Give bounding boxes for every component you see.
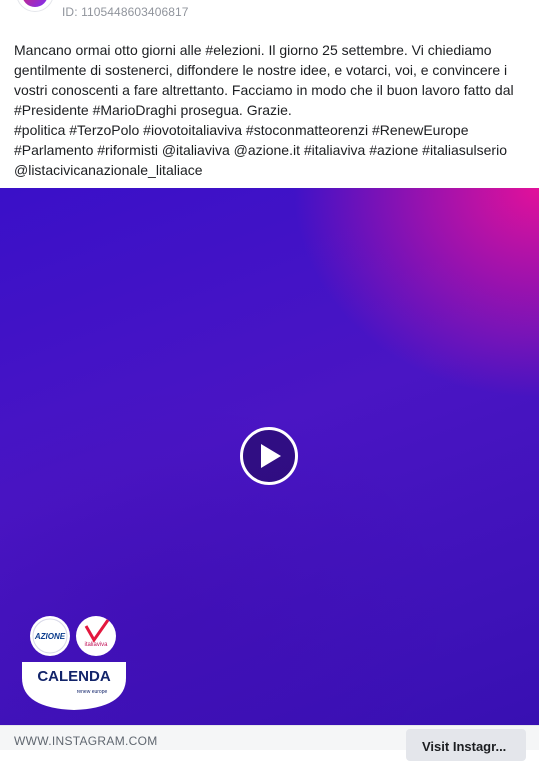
avatar-logo (22, 0, 48, 7)
play-button[interactable] (240, 427, 298, 485)
post-caption: Mancano ormai otto giorni alle #elezioni… (14, 42, 514, 178)
play-icon (261, 444, 281, 468)
calenda-logo: AZIONE italiaviva CALENDA renew europe (22, 616, 126, 710)
video-media[interactable]: AZIONE italiaviva CALENDA renew europe (0, 188, 539, 725)
logo-party-left: AZIONE (34, 632, 66, 641)
visit-instagram-button[interactable]: Visit Instagr... (406, 729, 526, 761)
ad-id: ID: 1105448603406817 (62, 5, 189, 19)
logo-name: CALENDA (37, 668, 110, 685)
advertiser-avatar[interactable] (16, 0, 54, 12)
source-domain[interactable]: WWW.INSTAGRAM.COM (14, 734, 158, 748)
logo-party-right: italiaviva (84, 642, 108, 648)
logo-subtitle: renew europe (77, 689, 108, 695)
